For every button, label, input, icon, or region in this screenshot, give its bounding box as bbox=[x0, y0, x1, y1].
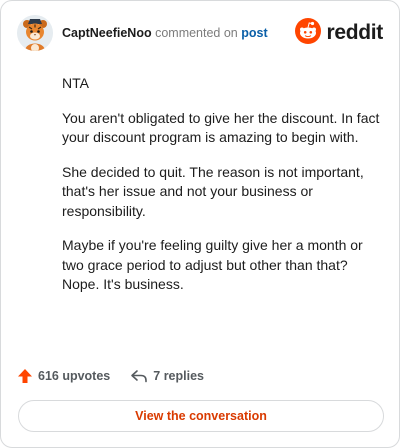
reply-arrow-icon[interactable] bbox=[130, 368, 148, 384]
brand-wordmark: reddit bbox=[326, 21, 383, 44]
reply-count: 7 replies bbox=[153, 369, 204, 383]
tiger-avatar-icon[interactable] bbox=[17, 15, 53, 51]
post-link[interactable]: post bbox=[241, 26, 267, 40]
upvote-stat[interactable]: 616 upvotes bbox=[17, 368, 110, 384]
comment-footer: 616 upvotes 7 replies bbox=[17, 366, 204, 386]
view-conversation-button[interactable]: View the conversation bbox=[18, 400, 384, 432]
comment-paragraph: NTA bbox=[62, 75, 89, 91]
action-text: commented on bbox=[155, 26, 238, 40]
comment-header: CaptNeefieNoo commented on post reddit bbox=[17, 15, 383, 53]
reply-stat[interactable]: 7 replies bbox=[130, 368, 204, 384]
reddit-brand[interactable]: reddit bbox=[295, 17, 383, 49]
comment-body: NTA You aren't obligated to give her the… bbox=[62, 74, 380, 310]
username-link[interactable]: CaptNeefieNoo bbox=[62, 26, 152, 40]
upvote-count: 616 upvotes bbox=[38, 369, 111, 383]
comment-byline: CaptNeefieNoo commented on post bbox=[62, 26, 268, 40]
reddit-snoo-logo-icon bbox=[295, 17, 322, 49]
comment-card: CaptNeefieNoo commented on post reddit N… bbox=[0, 0, 400, 448]
comment-paragraph: You aren't obligated to give her the dis… bbox=[62, 109, 380, 146]
upvote-arrow-icon[interactable] bbox=[17, 368, 33, 384]
comment-paragraph: Maybe if you're feeling guilty give her … bbox=[62, 237, 363, 292]
comment-paragraph: She decided to quit. The reason is not i… bbox=[62, 163, 364, 219]
